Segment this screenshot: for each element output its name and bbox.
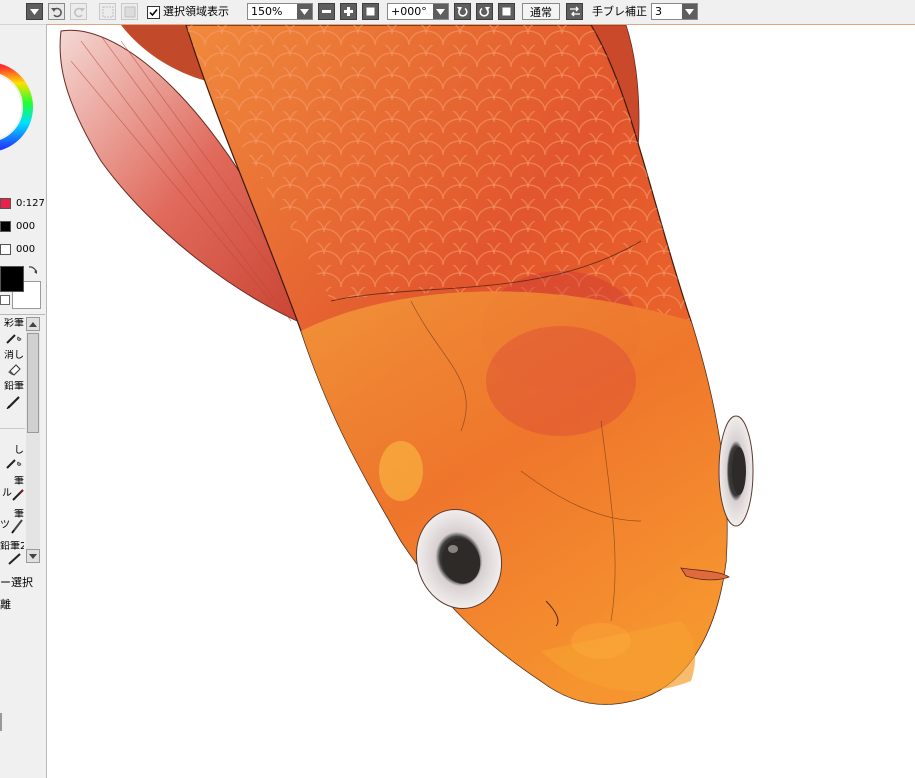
flip-icon: [569, 6, 580, 17]
selection-tool-label[interactable]: ー選択: [0, 574, 33, 590]
chevron-down-icon: [300, 8, 309, 15]
eraser-icon: [8, 364, 21, 376]
checkmark-icon: [149, 8, 158, 16]
zoom-in-button[interactable]: [340, 3, 357, 20]
brush-icon: [6, 334, 22, 344]
rotate-left-button[interactable]: [454, 3, 471, 20]
stabilizer-select[interactable]: 3: [651, 3, 698, 20]
goldfish-illustration: [59, 25, 754, 705]
transparent-color-icon[interactable]: [0, 295, 10, 305]
redo-button[interactable]: [70, 3, 87, 20]
undo-button[interactable]: [48, 3, 65, 20]
reset-icon: [366, 7, 375, 16]
toolbar-menu-button[interactable]: [26, 3, 43, 20]
blend-mode-label: 通常: [530, 5, 552, 19]
chevron-down-icon: [29, 553, 37, 559]
zoom-reset-button[interactable]: [362, 3, 379, 20]
chevron-down-icon: [436, 8, 445, 15]
zoom-dropdown-arrow[interactable]: [297, 4, 312, 19]
toolbar: 選択領域表示 150% +000° 通常 手ブレ補正 3: [0, 0, 915, 25]
zoom-select[interactable]: 150%: [247, 3, 313, 20]
color-value-label: 0:127: [16, 197, 45, 209]
zoom-value: 150%: [251, 5, 283, 18]
color-swatch: [0, 243, 11, 255]
stabilizer-dropdown-arrow[interactable]: [682, 4, 697, 19]
flip-horizontal-button[interactable]: [566, 3, 583, 20]
scroll-up-button[interactable]: [26, 317, 40, 331]
scroll-thumb[interactable]: [27, 333, 39, 433]
pencil-icon: [8, 553, 21, 565]
swap-colors-icon[interactable]: [28, 265, 38, 275]
zoom-out-button[interactable]: [318, 3, 335, 20]
tool-item[interactable]: 彩筆: [0, 318, 24, 330]
rotation-reset-button[interactable]: [498, 3, 515, 20]
color-value-row-2: 000: [0, 219, 35, 233]
primary-color-swatch[interactable]: [0, 266, 24, 292]
rotate-right-button[interactable]: [476, 3, 493, 20]
color-value-row-3: 000: [0, 242, 35, 256]
panel-edge-marker: [0, 713, 2, 731]
undo-icon: [50, 7, 62, 17]
checkbox[interactable]: [147, 5, 160, 19]
rotation-dropdown-arrow[interactable]: [433, 4, 448, 19]
invert-selection-button[interactable]: [121, 3, 138, 20]
stabilizer-label: 手ブレ補正: [592, 5, 647, 18]
reset-icon: [502, 7, 511, 16]
marker-icon: [12, 489, 24, 501]
rotation-value: +000°: [391, 5, 427, 18]
canvas[interactable]: [46, 24, 915, 778]
brush-icon: [6, 459, 22, 469]
chevron-down-icon: [30, 8, 39, 15]
misc-tool-label[interactable]: 離: [0, 596, 11, 612]
color-swatch: [0, 197, 11, 209]
tools-scrollbar[interactable]: [26, 317, 40, 563]
tool-item[interactable]: ツ: [0, 520, 9, 532]
tools-list: 彩筆 消し 鉛筆 し 筆 ル 筆 ツ 鉛筆2: [0, 314, 45, 565]
blend-mode-button[interactable]: 通常: [522, 3, 560, 20]
tool-item[interactable]: 鉛筆2: [0, 541, 24, 553]
tool-item[interactable]: 鉛筆: [0, 381, 24, 393]
color-value-row-1: 0:127: [0, 196, 45, 210]
pencil-icon: [6, 396, 20, 409]
tool-item[interactable]: 消し: [0, 350, 24, 362]
scroll-down-button[interactable]: [26, 549, 40, 563]
color-value-label: 000: [16, 243, 36, 255]
minus-icon: [322, 10, 331, 13]
stabilizer-value: 3: [655, 5, 662, 18]
left-panel: 0:127 000 000 彩筆 消し 鉛筆 し 筆 ル 筆 ツ 鉛筆2 ー選択…: [0, 25, 45, 777]
color-wheel[interactable]: [0, 25, 45, 175]
rotation-select[interactable]: +000°: [387, 3, 449, 20]
invert-selection-icon: [124, 6, 135, 17]
tool-separator: [0, 428, 25, 429]
selection-display-toggle[interactable]: 選択領域表示: [147, 3, 229, 20]
chevron-down-icon: [685, 8, 694, 15]
selection-display-label: 選択領域表示: [163, 5, 229, 18]
pen-icon: [11, 519, 23, 534]
rotate-left-icon: [457, 7, 468, 17]
plus-icon: [344, 7, 353, 16]
chevron-up-icon: [29, 321, 37, 327]
color-value-label: 000: [16, 220, 36, 232]
deselect-icon: [102, 6, 113, 17]
color-swatch: [0, 220, 11, 232]
redo-icon: [73, 7, 85, 17]
rotate-right-icon: [479, 7, 490, 17]
deselect-button[interactable]: [99, 3, 116, 20]
